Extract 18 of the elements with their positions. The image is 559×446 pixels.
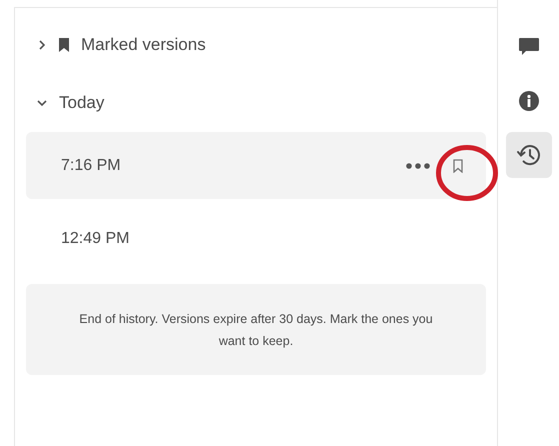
section-header[interactable]: Marked versions	[15, 30, 497, 60]
section-title: Today	[59, 92, 104, 114]
version-row[interactable]: 7:16 PM	[26, 132, 486, 199]
rail-button[interactable]	[506, 132, 552, 178]
section-title: Marked versions	[81, 34, 206, 56]
chevron-right-icon	[37, 40, 47, 50]
bookmark-outline-icon	[453, 158, 463, 172]
chevron-down-icon	[37, 98, 47, 108]
history-icon	[516, 143, 542, 167]
bookmark-icon	[59, 38, 69, 52]
info-icon	[518, 90, 540, 112]
version-time: 12:49 PM	[61, 228, 130, 248]
comment-icon	[518, 37, 540, 57]
version-time: 7:16 PM	[61, 156, 121, 176]
end-of-history-note: End of history. Versions expire after 30 days. Mark the ones you want to keep.	[26, 284, 486, 375]
version-row[interactable]: 12:49 PM	[26, 205, 486, 272]
more-icon	[406, 162, 430, 168]
section-header[interactable]: Today	[15, 88, 497, 118]
